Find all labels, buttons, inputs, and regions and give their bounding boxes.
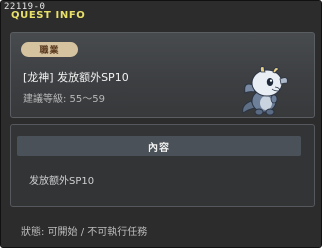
content-text: 发放额外SP10 [29, 176, 95, 187]
recommended-level: 建議等級: 55～59 [23, 94, 105, 105]
quest-summary-panel: 職業 [龙神] 发放额外SP10 建議等級: 55～59 [10, 32, 315, 118]
content-header: 內容 [17, 136, 301, 156]
quest-content-panel: 內容 发放额外SP10 [10, 124, 315, 207]
baby-dragon-icon [242, 66, 288, 116]
window-title: QUEST INFO [11, 10, 86, 21]
quest-info-window: 22119-0 QUEST INFO 職業 [龙神] 发放额外SP10 建議等級… [0, 0, 322, 248]
job-badge: 職業 [21, 42, 78, 57]
quest-name: [龙神] 发放额外SP10 [23, 71, 129, 84]
quest-status: 狀態: 可開始 / 不可執行任務 [21, 227, 148, 238]
